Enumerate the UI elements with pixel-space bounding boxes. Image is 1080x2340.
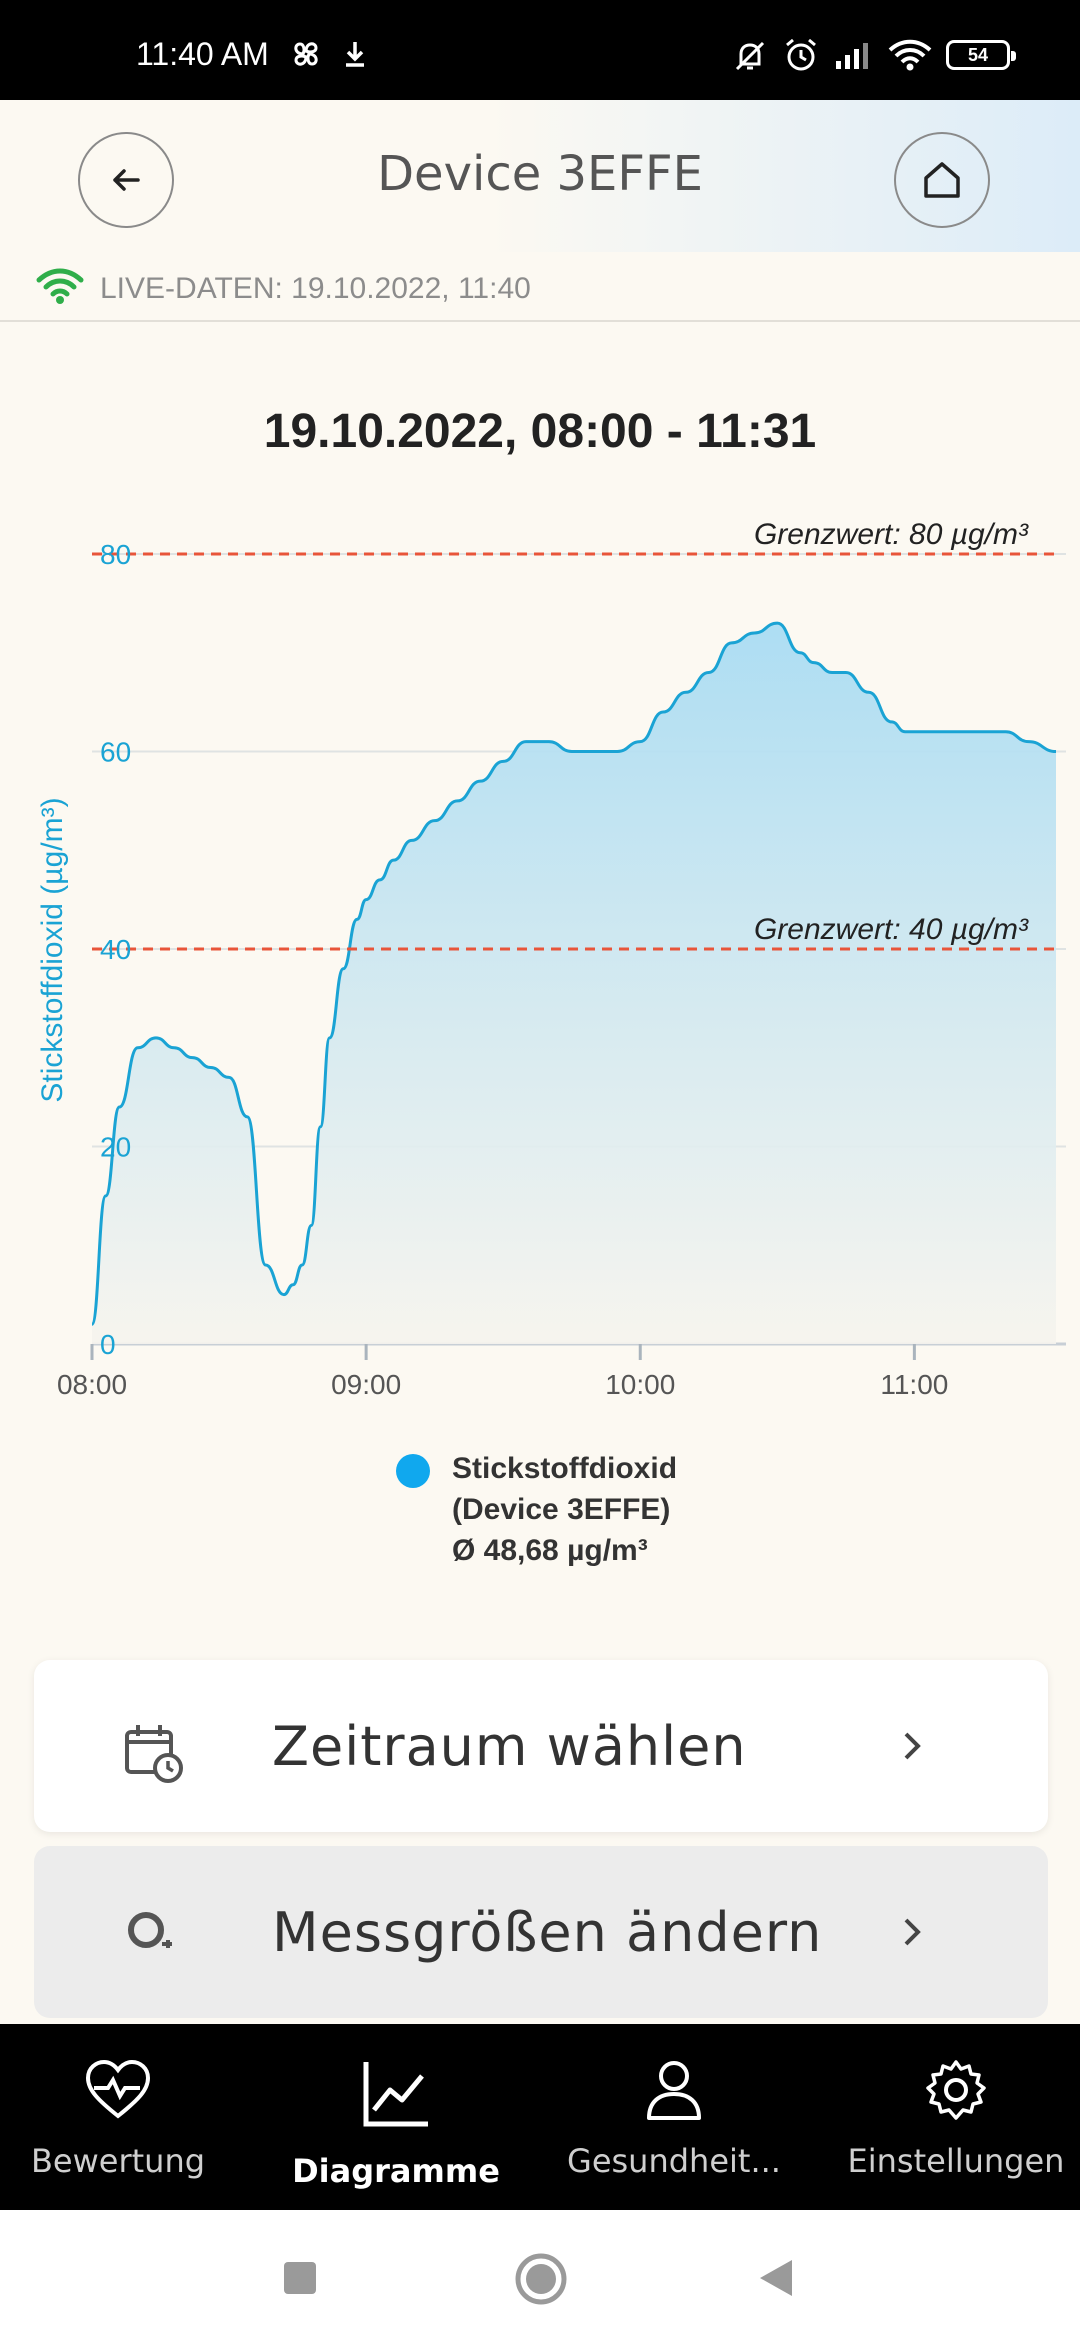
y-tick-40: 40 [100, 934, 131, 965]
select-period-label: Zeitraum wählen [272, 1714, 747, 1778]
y-tick-80: 80 [100, 539, 131, 570]
system-navigation-bar [0, 2210, 1080, 2340]
threshold-label-80: Grenzwert: 80 µg/m³ [754, 518, 1029, 551]
wifi-live-icon [36, 268, 84, 304]
live-data-bar: LIVE-DATEN: 19.10.2022, 11:40 [0, 252, 1080, 322]
chart-title: 19.10.2022, 08:00 - 11:31 [263, 405, 817, 458]
legend-line-device: (Device 3EFFE) [452, 1493, 671, 1526]
nav-label-einstellungen: Einstellungen [847, 2142, 1065, 2180]
legend-text: Stickstoffdioxid (Device 3EFFE) Ø 48,68 … [452, 1448, 677, 1571]
nav-item-einstellungen[interactable]: Einstellungen [838, 2024, 1074, 2210]
threshold-label-40: Grenzwert: 40 µg/m³ [754, 913, 1029, 946]
gear-icon [926, 2060, 986, 2120]
change-measures-card[interactable]: Messgrößen ändern [34, 1846, 1048, 2018]
app-header: Device 3EFFE [0, 100, 1080, 252]
nav-label-gesundheit: Gesundheit... [567, 2142, 781, 2180]
chevron-right-icon [904, 1732, 921, 1760]
bottom-navigation: Bewertung Diagramme Gesundheit... Einste… [0, 2024, 1080, 2210]
status-right-icons: 54 [732, 36, 1016, 74]
nav-label-diagramme: Diagramme [292, 2152, 500, 2190]
nav-item-gesundheit[interactable]: Gesundheit... [556, 2024, 792, 2210]
battery-indicator: 54 [946, 40, 1016, 70]
fan-icon [294, 42, 318, 66]
y-tick-60: 60 [100, 737, 131, 768]
back-system-button[interactable] [758, 2258, 794, 2298]
status-time: 11:40 AM [136, 36, 269, 72]
status-bar: 11:40 AM 54 [0, 0, 1080, 100]
change-measures-label: Messgrößen ändern [272, 1900, 823, 1964]
recents-button[interactable] [282, 2260, 318, 2296]
home-system-button[interactable] [514, 2252, 568, 2306]
nav-label-bewertung: Bewertung [30, 2142, 206, 2180]
heart-pulse-icon [85, 2059, 151, 2119]
y-tick-20: 20 [100, 1132, 131, 1163]
no2-chart: Grenzwert: 80 µg/m³ Grenzwert: 40 µg/m³ 0… [57, 518, 1066, 1400]
y-tick-0: 0 [100, 1329, 116, 1360]
signal-icon [836, 43, 868, 69]
status-left-icons [290, 38, 370, 70]
x-tick-08:00: 08:00 [57, 1369, 127, 1400]
x-tick-10:00: 10:00 [605, 1369, 675, 1400]
calendar-clock-icon [125, 1725, 183, 1783]
x-tick-09:00: 09:00 [331, 1369, 401, 1400]
search-tag-icon [128, 1912, 172, 1948]
x-tick-11:00: 11:00 [880, 1369, 948, 1400]
home-icon [924, 162, 960, 198]
live-data-text: LIVE-DATEN: 19.10.2022, 11:40 [100, 272, 531, 305]
legend-line-name: Stickstoffdioxid [452, 1452, 678, 1485]
home-button[interactable] [894, 132, 990, 228]
legend-line-average: Ø 48,68 µg/m³ [452, 1534, 648, 1567]
download-icon [346, 42, 364, 67]
alarm-icon [786, 38, 816, 71]
nav-item-diagramme[interactable]: Diagramme [290, 2024, 502, 2210]
bell-off-icon [735, 41, 765, 71]
chart-icon [363, 2062, 428, 2127]
chevron-right-icon [904, 1918, 921, 1946]
legend-series-marker [396, 1454, 430, 1488]
person-icon [647, 2061, 701, 2120]
select-period-card[interactable]: Zeitraum wählen [34, 1660, 1048, 1832]
wifi-icon [888, 39, 932, 71]
nav-item-bewertung[interactable]: Bewertung [0, 2024, 236, 2210]
